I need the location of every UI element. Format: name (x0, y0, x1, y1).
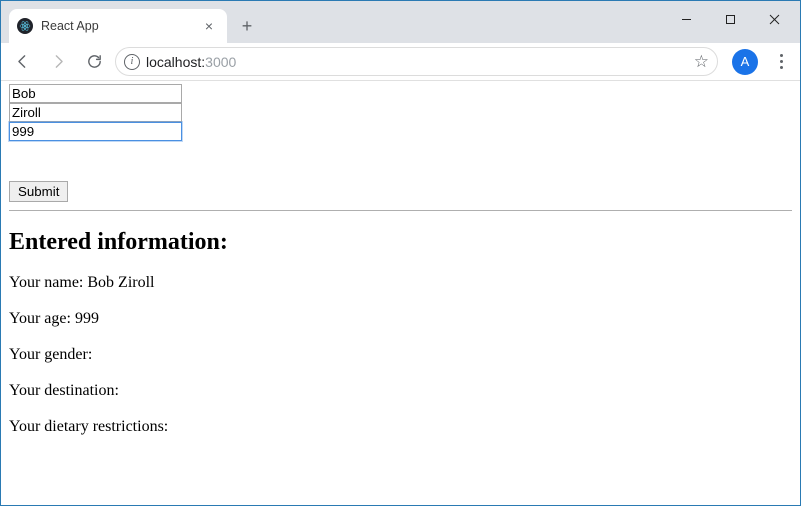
name-value: Bob Ziroll (87, 274, 154, 291)
browser-toolbar: i localhost:3000 ☆ A (1, 43, 800, 81)
output-gender: Your gender: (9, 346, 792, 364)
avatar-initial: A (741, 54, 750, 69)
tab-title: React App (41, 19, 193, 33)
gender-label: Your gender: (9, 346, 92, 363)
submit-button[interactable]: Submit (9, 181, 68, 202)
window-titlebar: React App × + (1, 1, 800, 43)
page-content: Submit Entered information: Your name: B… (1, 81, 800, 462)
browser-menu-button[interactable] (768, 54, 794, 69)
last-name-input[interactable] (9, 103, 182, 122)
name-label: Your name: (9, 274, 87, 291)
bookmark-star-icon[interactable]: ☆ (694, 52, 709, 72)
react-favicon-icon (17, 18, 33, 34)
output-heading: Entered information: (9, 229, 792, 256)
site-info-icon[interactable]: i (124, 54, 140, 70)
address-bar[interactable]: i localhost:3000 ☆ (115, 47, 718, 76)
tab-strip: React App × + (9, 1, 261, 43)
age-input[interactable] (9, 122, 182, 141)
destination-label: Your destination: (9, 382, 119, 399)
profile-avatar[interactable]: A (732, 49, 758, 75)
back-button[interactable] (7, 47, 37, 77)
divider (9, 210, 792, 211)
url-host: localhost: (146, 54, 205, 70)
output-diet: Your dietary restrictions: (9, 418, 792, 436)
close-tab-icon[interactable]: × (201, 19, 217, 33)
output-age: Your age: 999 (9, 310, 792, 328)
reload-button[interactable] (79, 47, 109, 77)
forward-button[interactable] (43, 47, 73, 77)
first-name-input[interactable] (9, 84, 182, 103)
diet-label: Your dietary restrictions: (9, 418, 168, 435)
window-maximize-button[interactable] (708, 5, 752, 33)
output-name: Your name: Bob Ziroll (9, 274, 792, 292)
age-value: 999 (75, 310, 99, 327)
window-minimize-button[interactable] (664, 5, 708, 33)
url-port: 3000 (205, 54, 236, 70)
url-text: localhost:3000 (146, 54, 688, 70)
age-label: Your age: (9, 310, 75, 327)
window-controls (664, 1, 800, 43)
output-destination: Your destination: (9, 382, 792, 400)
new-tab-button[interactable]: + (233, 12, 261, 40)
window-close-button[interactable] (752, 5, 796, 33)
browser-tab[interactable]: React App × (9, 9, 227, 43)
